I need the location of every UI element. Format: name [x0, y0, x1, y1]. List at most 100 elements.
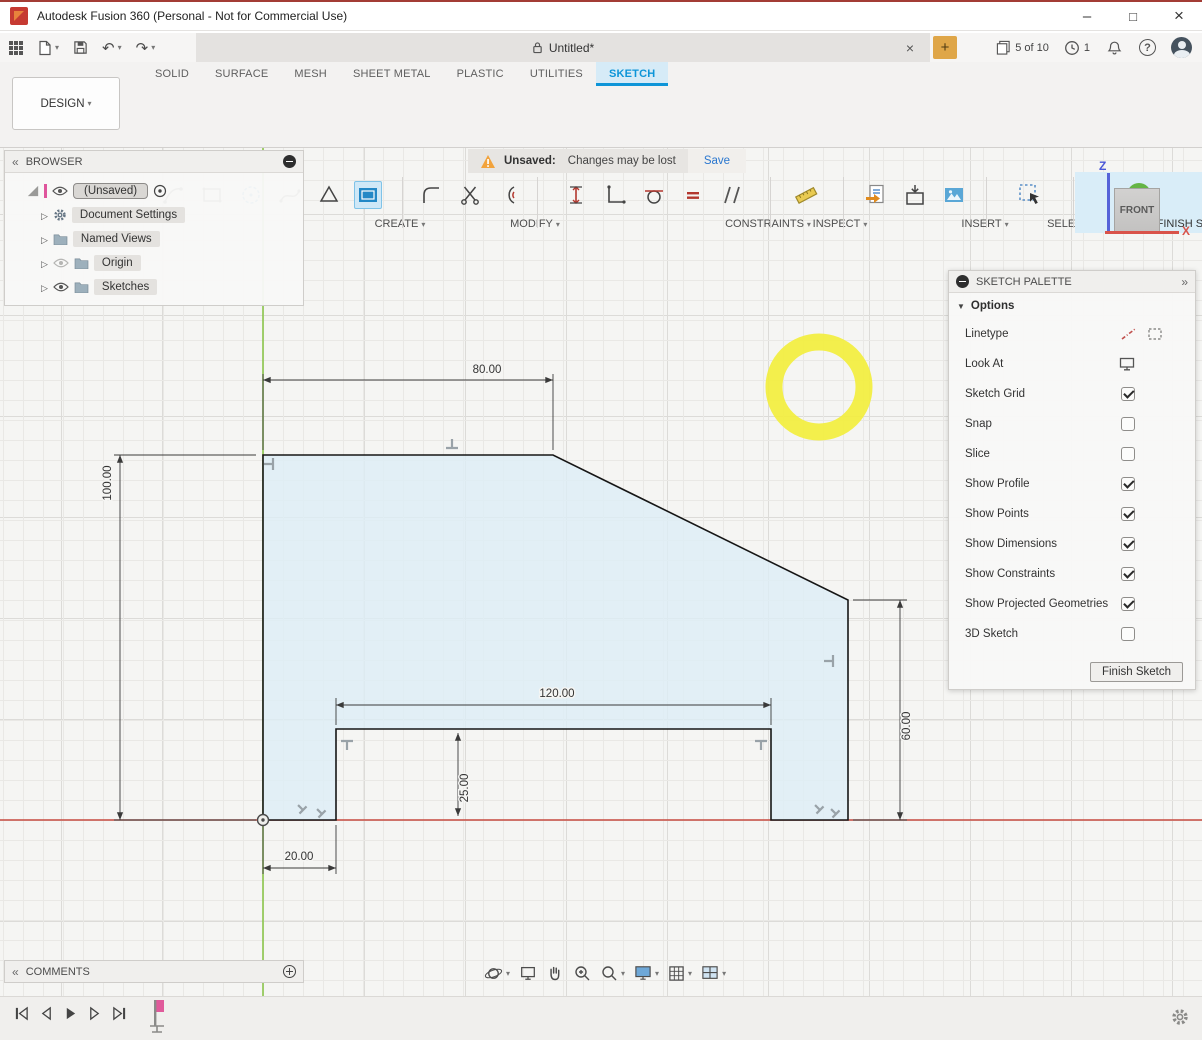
sketch-grid-checkbox[interactable]: [1121, 387, 1135, 401]
help-icon[interactable]: [1139, 39, 1156, 56]
expander-icon[interactable]: [41, 232, 48, 246]
show-points-checkbox[interactable]: [1121, 507, 1135, 521]
tab-utilities[interactable]: UTILITIES: [517, 62, 596, 86]
dimension-top-width[interactable]: 80.00: [263, 364, 553, 450]
equal-constraint-icon[interactable]: [679, 181, 707, 209]
grid-display-icon[interactable]: [668, 965, 692, 982]
step-back-icon[interactable]: [40, 1006, 53, 1021]
show-profile-checkbox[interactable]: [1121, 477, 1135, 491]
linetype-centerline-icon[interactable]: [1120, 326, 1138, 342]
insert-dxf-icon[interactable]: [862, 181, 890, 209]
comments-collapse-icon[interactable]: [12, 965, 19, 979]
expander-icon[interactable]: [41, 208, 48, 222]
target-icon[interactable]: [153, 184, 167, 198]
redo-button[interactable]: [134, 36, 158, 60]
tab-mesh[interactable]: MESH: [281, 62, 340, 86]
workspace-switcher[interactable]: DESIGN: [12, 77, 120, 130]
play-icon[interactable]: [64, 1006, 77, 1021]
browser-item-label[interactable]: Document Settings: [72, 207, 185, 223]
viewports-icon[interactable]: [701, 965, 726, 981]
slice-checkbox[interactable]: [1121, 447, 1135, 461]
offset-tool-icon[interactable]: [495, 181, 523, 209]
trim-tool-icon[interactable]: [456, 181, 484, 209]
zoom-window-icon[interactable]: [573, 964, 591, 982]
skip-to-start-icon[interactable]: [14, 1006, 29, 1021]
visibility-eye-off-icon[interactable]: [53, 258, 69, 268]
browser-root-row[interactable]: (Unsaved): [5, 179, 303, 203]
skip-to-end-icon[interactable]: [112, 1006, 127, 1021]
tab-solid[interactable]: SOLID: [142, 62, 202, 86]
dim-label-100[interactable]: 100.00: [102, 465, 114, 500]
zoom-icon[interactable]: [600, 964, 625, 982]
visibility-eye-icon[interactable]: [53, 282, 69, 292]
palette-collapse-icon[interactable]: [956, 275, 969, 288]
dim-label-60[interactable]: 60.00: [901, 712, 913, 741]
dim-label-80[interactable]: 80.00: [473, 364, 502, 376]
display-settings-icon[interactable]: [634, 965, 659, 981]
notifications-button[interactable]: [1105, 36, 1124, 60]
expander-icon[interactable]: [41, 256, 48, 270]
sketch-palette-header[interactable]: SKETCH PALETTE: [949, 271, 1195, 293]
dimension-left-height[interactable]: 100.00: [102, 455, 256, 820]
user-avatar[interactable]: [1171, 37, 1192, 58]
two-point-rectangle-tool-icon[interactable]: [354, 181, 382, 209]
save-button[interactable]: [71, 36, 90, 60]
dimension-right-height[interactable]: 60.00: [853, 600, 913, 820]
add-comment-icon[interactable]: [283, 965, 296, 978]
browser-item-document-settings[interactable]: Document Settings: [5, 203, 303, 227]
minimize-button[interactable]: [1064, 2, 1110, 30]
timeline-position-marker[interactable]: [146, 997, 176, 1035]
dim-label-25[interactable]: 25.00: [459, 774, 471, 803]
maximize-button[interactable]: [1110, 2, 1156, 30]
job-status-button[interactable]: 1: [1064, 40, 1090, 56]
look-at-icon[interactable]: [1119, 357, 1135, 371]
sketch-profile[interactable]: [263, 455, 848, 820]
browser-item-label[interactable]: Origin: [94, 255, 141, 271]
options-section-header[interactable]: Options: [949, 293, 1195, 319]
browser-item-named-views[interactable]: Named Views: [5, 227, 303, 251]
dim-label-120[interactable]: 120.00: [539, 688, 574, 700]
comments-header[interactable]: COMMENTS: [5, 961, 303, 982]
parallel-constraint-icon[interactable]: [718, 181, 746, 209]
linetype-construction-icon[interactable]: [1147, 326, 1163, 342]
collapse-panel-icon[interactable]: [12, 155, 19, 169]
insert-mcmaster-icon[interactable]: [901, 181, 929, 209]
tangent-constraint-icon[interactable]: [640, 181, 668, 209]
undo-button[interactable]: [100, 36, 124, 60]
look-at-view-icon[interactable]: [519, 964, 537, 982]
document-tab[interactable]: Untitled*: [532, 41, 594, 55]
save-link[interactable]: Save: [688, 149, 746, 173]
browser-item-origin[interactable]: Origin: [5, 251, 303, 275]
snap-checkbox[interactable]: [1121, 417, 1135, 431]
show-projected-geometries-checkbox[interactable]: [1121, 597, 1135, 611]
close-button[interactable]: [1156, 2, 1202, 30]
pan-icon[interactable]: [546, 964, 564, 982]
minimize-panel-icon[interactable]: [283, 155, 296, 168]
orbit-icon[interactable]: [484, 964, 510, 983]
document-name[interactable]: (Unsaved): [73, 183, 148, 199]
app-grid-icon[interactable]: [6, 36, 26, 60]
sketch-dimension-tool-icon[interactable]: [562, 181, 590, 209]
dim-label-20[interactable]: 20.00: [285, 851, 314, 863]
browser-item-sketches[interactable]: Sketches: [5, 275, 303, 299]
file-menu-button[interactable]: [36, 36, 61, 60]
polygon-tool-icon[interactable]: [315, 181, 343, 209]
dimension-origin-offset[interactable]: 20.00: [263, 825, 336, 874]
new-tab-button[interactable]: [933, 36, 957, 59]
insert-canvas-icon[interactable]: [940, 181, 968, 209]
select-tool-icon[interactable]: [1016, 181, 1044, 209]
show-dimensions-checkbox[interactable]: [1121, 537, 1135, 551]
origin-point[interactable]: [258, 815, 269, 826]
finish-sketch-palette-button[interactable]: Finish Sketch: [1090, 662, 1183, 682]
tab-plastic[interactable]: PLASTIC: [444, 62, 517, 86]
document-close-icon[interactable]: [898, 33, 922, 62]
visibility-eye-icon[interactable]: [52, 186, 68, 196]
3d-sketch-checkbox[interactable]: [1121, 627, 1135, 641]
browser-item-label[interactable]: Named Views: [73, 231, 160, 247]
expander-icon[interactable]: [41, 280, 48, 294]
browser-header[interactable]: BROWSER: [5, 151, 303, 173]
tab-surface[interactable]: SURFACE: [202, 62, 281, 86]
timeline-settings-gear-icon[interactable]: [1170, 1007, 1190, 1027]
view-cube[interactable]: Z FRONT X: [1090, 160, 1202, 256]
step-forward-icon[interactable]: [88, 1006, 101, 1021]
